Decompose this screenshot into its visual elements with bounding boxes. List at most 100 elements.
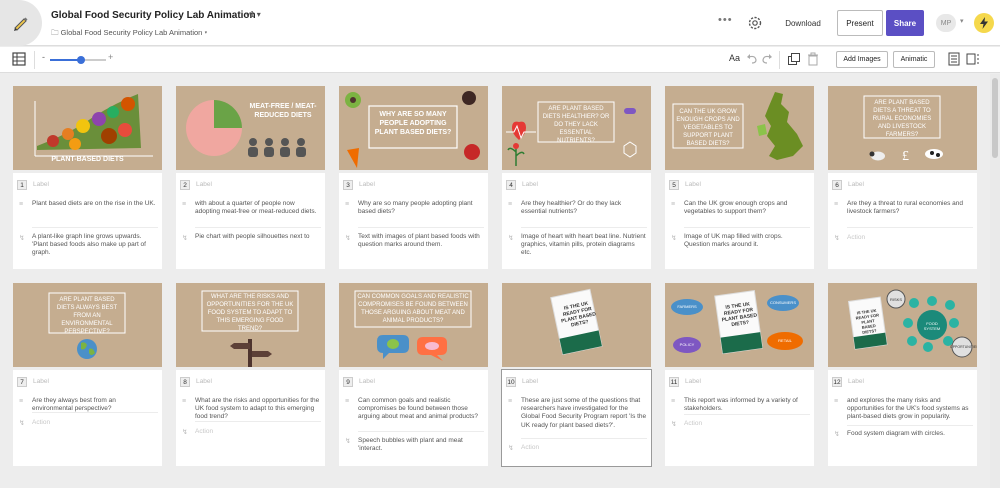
avatar[interactable]: MP: [936, 14, 956, 32]
storyboard-frame: ARE PLANT BASED DIETS HEALTHIER? OR DO T…: [502, 86, 651, 269]
frame-action-note[interactable]: A plant-like graph line grows upwards. '…: [32, 233, 158, 258]
frame-image[interactable]: IS THE UK READY FOR PLANT BASED DIETS?: [502, 283, 651, 367]
frame-description[interactable]: Are they healthier? Or do they lack esse…: [521, 200, 647, 216]
frame-number: 8: [180, 377, 190, 387]
chevron-down-icon[interactable]: ▾: [960, 17, 964, 25]
frame-image[interactable]: CAN COMMON GOALS AND REALISTIC COMPROMIS…: [339, 283, 488, 367]
frame-description[interactable]: Can common goals and realistic compromis…: [358, 397, 484, 422]
frame-image[interactable]: ARE PLANT BASED DIETS ALWAYS BEST FROM A…: [13, 283, 162, 367]
frame-image[interactable]: IS THE UK READY FOR PLANT BASED DIETS? R…: [828, 283, 977, 367]
frame-caption: MEAT-FREE / MEAT-REDUCED DIETS: [249, 103, 317, 119]
frame-label[interactable]: Label: [522, 378, 538, 385]
present-button[interactable]: Present: [837, 10, 883, 36]
delete-icon[interactable]: [806, 52, 820, 66]
project-name: Global Food Security Policy Lab Animatio…: [60, 28, 203, 37]
frame-description[interactable]: These are just some of the questions tha…: [521, 397, 647, 430]
frame-description[interactable]: Why are so many people adopting plant ba…: [358, 200, 484, 216]
storyboard-frame: MEAT-FREE / MEAT-REDUCED DIETS 2 Label ≡…: [176, 86, 325, 269]
action-placeholder[interactable]: Action: [521, 444, 539, 451]
zoom-slider[interactable]: [50, 56, 106, 64]
folder-icon: 🗀: [51, 28, 59, 37]
frame-caption: WHY ARE SO MANY PEOPLE ADOPTING PLANT BA…: [374, 111, 452, 136]
frame-label[interactable]: Label: [848, 181, 864, 188]
zoom-slider-handle[interactable]: [76, 56, 85, 64]
frame-caption: ARE PLANT BASED DIETS HEALTHIER? OR DO T…: [542, 106, 610, 144]
frame-label[interactable]: Label: [522, 181, 538, 188]
lightning-icon[interactable]: [974, 13, 994, 33]
scrollbar-thumb[interactable]: [992, 78, 998, 158]
action-placeholder[interactable]: Action: [32, 419, 50, 426]
action-placeholder[interactable]: Action: [195, 428, 213, 435]
frame-label[interactable]: Label: [359, 378, 375, 385]
text-style-button[interactable]: Aa: [729, 53, 740, 63]
frame-description[interactable]: This report was informed by a variety of…: [684, 397, 810, 413]
pencil-logo-icon: [14, 17, 28, 31]
zoom-in-icon[interactable]: +: [108, 52, 113, 62]
frame-image[interactable]: PLANT-BASED DIETS: [13, 86, 162, 170]
frame-image[interactable]: CAN THE UK GROW ENOUGH CROPS AND VEGETAB…: [665, 86, 814, 170]
frame-caption: PLANT-BASED DIETS: [51, 156, 124, 163]
dialogue-icon: ≡: [671, 398, 676, 405]
project-breadcrumb[interactable]: 🗀 Global Food Security Policy Lab Animat…: [51, 27, 207, 40]
frame-image[interactable]: ARE PLANT BASED DIETS HEALTHIER? OR DO T…: [502, 86, 651, 170]
notes-icon[interactable]: [947, 52, 961, 66]
frame-caption: CAN THE UK GROW ENOUGH CROPS AND VEGETAB…: [676, 109, 740, 147]
frame-label[interactable]: Label: [33, 181, 49, 188]
frame-number: 11: [669, 377, 679, 387]
add-images-button[interactable]: Add Images: [836, 51, 888, 68]
dialogue-icon: ≡: [182, 398, 187, 405]
duplicate-frame-icon[interactable]: [787, 52, 801, 66]
frame-description[interactable]: Are they a threat to rural economies and…: [847, 200, 973, 216]
chevron-down-icon: ▾: [256, 10, 261, 19]
frame-label[interactable]: Label: [33, 378, 49, 385]
frame-image[interactable]: WHAT ARE THE RISKS AND OPPORTUNITIES FOR…: [176, 283, 325, 367]
action-icon: ↯: [345, 235, 351, 242]
zoom-out-icon[interactable]: -: [42, 52, 45, 62]
gear-icon[interactable]: [746, 14, 764, 32]
vertical-scrollbar[interactable]: [990, 74, 1000, 488]
action-placeholder[interactable]: Action: [684, 420, 702, 427]
frame-description[interactable]: with about a quarter of people now adopt…: [195, 200, 321, 216]
frame-action-note[interactable]: Speech bubbles with plant and meat 'inte…: [358, 437, 484, 453]
frame-action-note[interactable]: Image of UK map filled with crops. Quest…: [684, 233, 810, 249]
storyboard-frame: WHAT ARE THE RISKS AND OPPORTUNITIES FOR…: [176, 283, 325, 466]
animatic-button[interactable]: Animatic: [893, 51, 935, 68]
action-placeholder[interactable]: Action: [847, 234, 865, 241]
frame-action-note[interactable]: Food system diagram with circles.: [847, 430, 973, 438]
home-logo[interactable]: [0, 0, 42, 46]
frame-label[interactable]: Label: [848, 378, 864, 385]
frame-label[interactable]: Label: [196, 181, 212, 188]
grid-view-icon[interactable]: [12, 52, 26, 66]
more-options-icon[interactable]: •••: [718, 14, 733, 26]
redo-icon[interactable]: [760, 52, 774, 66]
frame-label[interactable]: Label: [685, 181, 701, 188]
frame-image[interactable]: WHY ARE SO MANY PEOPLE ADOPTING PLANT BA…: [339, 86, 488, 170]
layout-icon[interactable]: [966, 52, 980, 66]
frame-action-note[interactable]: Image of heart with heart beat line. Nut…: [521, 233, 647, 258]
download-button[interactable]: Download: [775, 12, 831, 34]
frame-description[interactable]: Are they always best from an environment…: [32, 397, 158, 413]
frame-image[interactable]: £ ARE PLANT BASED DIETS A THREAT TO RURA…: [828, 86, 977, 170]
frame-description[interactable]: What are the risks and opportunities for…: [195, 397, 321, 422]
dialogue-icon: ≡: [19, 398, 24, 405]
undo-icon[interactable]: [745, 52, 759, 66]
share-button[interactable]: Share: [886, 10, 924, 36]
version-selector[interactable]: v1 ▾: [246, 10, 261, 19]
frame-number: 9: [343, 377, 353, 387]
frame-notes: 4 Label ≡ Are they healthier? Or do they…: [502, 173, 651, 269]
frame-action-note[interactable]: Pie chart with people silhouettes next t…: [195, 233, 321, 241]
frame-label[interactable]: Label: [685, 378, 701, 385]
frame-image[interactable]: IS THE UK READY FOR PLANT BASED DIETS? F…: [665, 283, 814, 367]
report-cover-title: IS THE UK READY FOR PLANT BASED DIETS?: [855, 307, 880, 335]
frame-description[interactable]: and explores the many risks and opportun…: [847, 397, 973, 422]
frame-action-note[interactable]: Text with images of plant based foods wi…: [358, 233, 484, 249]
divider: [358, 431, 484, 432]
frame-description[interactable]: Plant based diets are on the rise in the…: [32, 200, 158, 208]
frame-label[interactable]: Label: [196, 378, 212, 385]
frame-description[interactable]: Can the UK grow enough crops and vegetab…: [684, 200, 810, 216]
report-cover-title: IS THE UK READY FOR PLANT BASED DIETS?: [721, 301, 758, 329]
frame-label[interactable]: Label: [359, 181, 375, 188]
storyboard-title[interactable]: Global Food Security Policy Lab Animatio…: [51, 10, 256, 21]
action-icon: ↯: [19, 235, 25, 242]
frame-image[interactable]: MEAT-FREE / MEAT-REDUCED DIETS: [176, 86, 325, 170]
